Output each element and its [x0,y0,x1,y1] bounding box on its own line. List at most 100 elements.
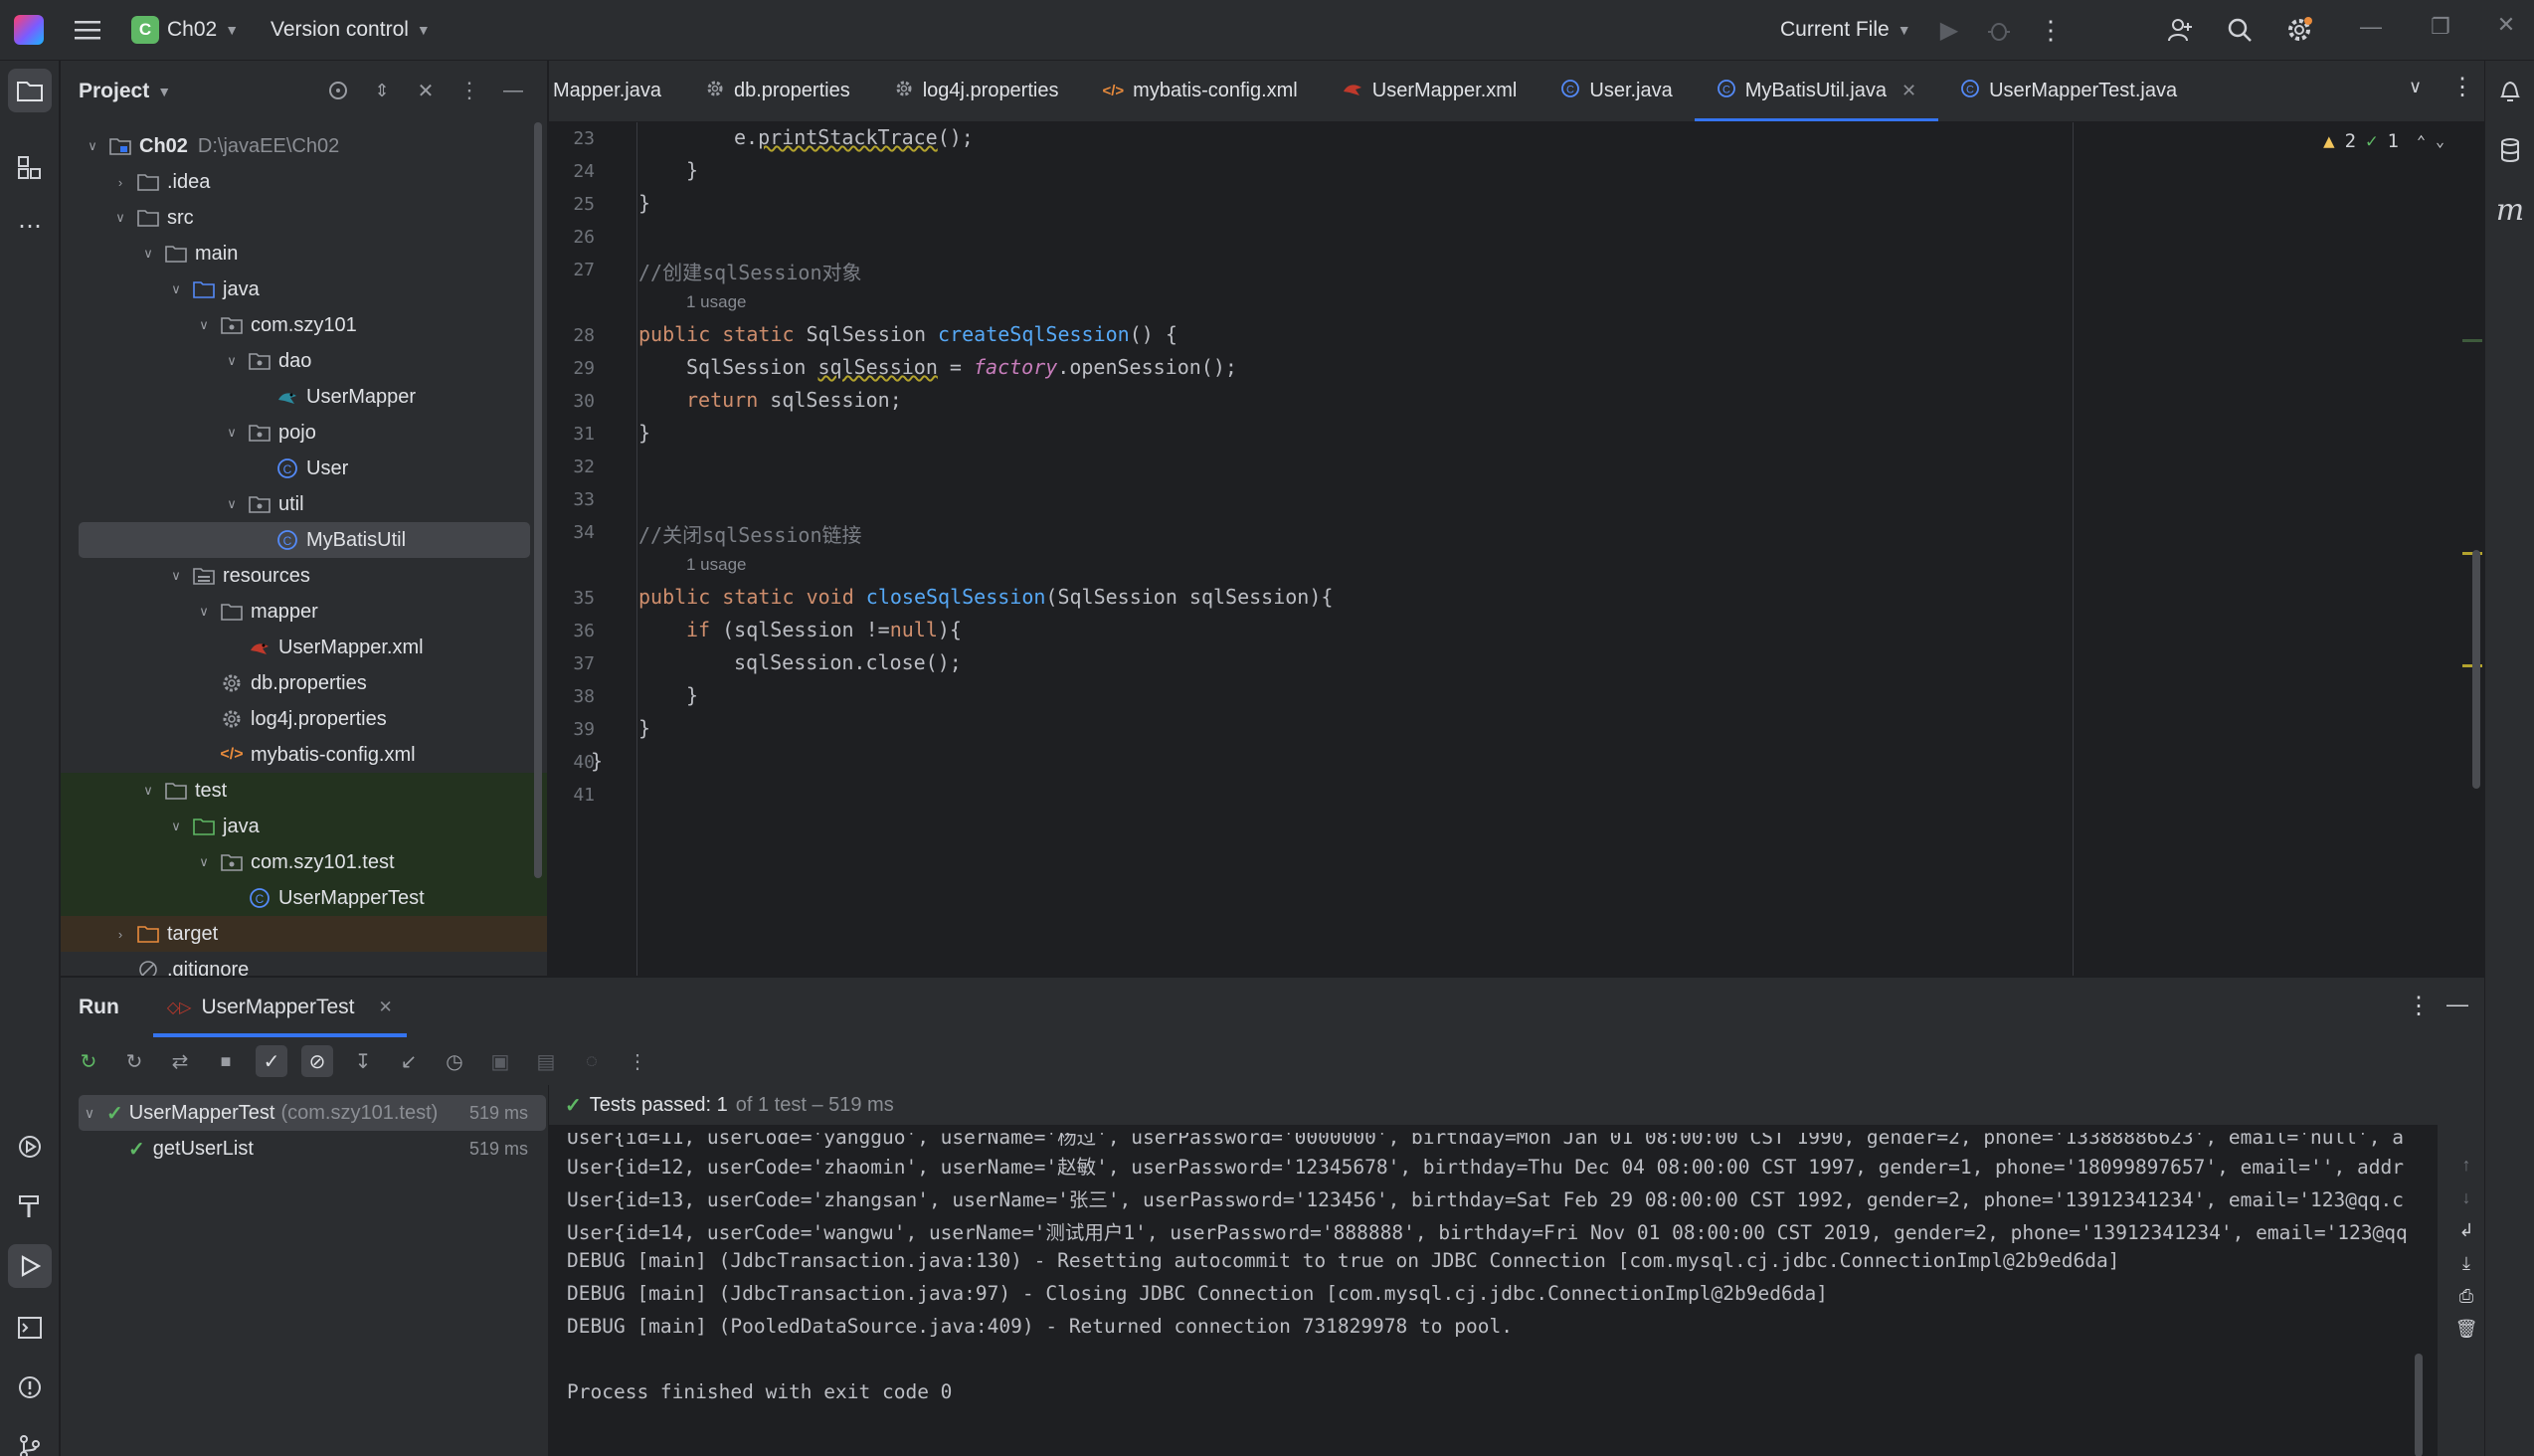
maven-icon[interactable]: m [2488,188,2532,232]
tree-item-gitignore[interactable]: .gitignore [61,952,547,976]
code-editor[interactable]: ▲ 2 ✓ 1 ⌃ ⌄ 23 24 25 26 27 28 29 30 31 3… [549,122,2484,976]
tree-item-usermapper[interactable]: UserMapper [61,379,547,415]
tree-item-test-package[interactable]: ∨ com.szy101.test [61,844,547,880]
tree-item-pojo[interactable]: ∨ pojo [61,415,547,451]
collapse-all-icon[interactable]: ✕ [410,75,442,106]
tree-item-usermappertest[interactable]: C UserMapperTest [61,880,547,916]
tree-item-package[interactable]: ∨ com.szy101 [61,307,547,343]
chevron-down-icon[interactable]: ∨ [194,317,214,333]
notifications-bell-icon[interactable] [2488,69,2532,112]
git-branch-icon[interactable] [8,1425,52,1456]
run-options-icon[interactable]: ⋮ [2407,992,2431,1020]
tree-item-mybatis-config[interactable]: </> mybatis-config.xml [61,737,547,773]
run-tab-usermappertest[interactable]: ◇▷ UserMapperTest ✕ [152,978,407,1037]
tree-item-mybatisutil[interactable]: C MyBatisUtil [79,522,530,558]
tab-mybatisutil-java[interactable]: C MyBatisUtil.java ✕ [1694,61,1939,121]
show-ignored-icon[interactable]: ⊘ [301,1045,333,1077]
chevron-down-icon[interactable]: ∨ [138,783,158,799]
run-icon[interactable]: ▶ [1927,8,1971,52]
chevron-up-icon[interactable]: ⌃ [2417,132,2426,150]
chevron-down-icon[interactable]: ⌄ [2436,132,2444,150]
rerun-icon[interactable]: ↻ [73,1045,104,1077]
chevron-down-icon[interactable]: ∨ [166,819,186,834]
tree-item-mapper[interactable]: ∨ mapper [61,594,547,630]
chevron-down-icon[interactable]: ∨ [79,1105,100,1122]
import-tests-icon[interactable]: ▣ [484,1045,516,1077]
close-icon[interactable]: ✕ [2476,12,2534,38]
tree-item-user[interactable]: C User [61,451,547,486]
test-history-icon[interactable]: ◷ [439,1045,470,1077]
chevron-down-icon[interactable]: ∨ [138,246,158,262]
test-suite-row[interactable]: ∨ ✓ UserMapperTest (com.szy101.test) 519… [79,1095,546,1131]
chevron-down-icon[interactable]: ▼ [157,84,171,99]
chevron-down-icon[interactable]: ∨ [83,138,102,154]
minimize-icon[interactable]: — [2341,14,2401,40]
tree-item-test-java[interactable]: ∨ java [61,809,547,844]
app-logo-icon[interactable] [14,15,44,45]
vcs-menu[interactable]: Version control ▼ [271,18,431,42]
scroll-to-end-icon[interactable]: ⤓ [2462,1253,2470,1274]
soft-wrap-icon[interactable]: ↲ [2458,1220,2473,1241]
tree-item-resources[interactable]: ∨ resources [61,558,547,594]
close-tab-icon[interactable]: ✕ [379,998,393,1017]
chevron-down-icon[interactable]: ∨ [222,425,242,441]
rerun-failed-icon[interactable]: ↻ [118,1045,150,1077]
project-scrollbar[interactable] [534,122,542,878]
scroll-up-icon[interactable]: ↑ [2462,1155,2471,1176]
sort-duration-icon[interactable]: ↙ [393,1045,425,1077]
expand-all-icon[interactable]: ⇕ [366,75,398,106]
more-icon[interactable]: ⋮ [622,1045,653,1077]
tab-usermappertest-java[interactable]: C UserMapperTest.java [1938,61,2199,121]
run-config-selector[interactable]: Current File ▼ [1780,18,1911,42]
chevron-down-icon[interactable]: ∨ [166,568,186,584]
project-switcher[interactable]: C Ch02 ▼ [131,16,239,44]
export-results-icon[interactable]: ▤ [530,1045,562,1077]
database-icon[interactable] [2488,128,2532,172]
build-hammer-icon[interactable] [8,1184,52,1228]
tree-item-idea[interactable]: › .idea [61,164,547,200]
tab-user-java[interactable]: C User.java [1538,61,1694,121]
chevron-down-icon[interactable]: ∨ [222,496,242,512]
tree-item-java[interactable]: ∨ java [61,272,547,307]
tree-item-usermapper-xml[interactable]: UserMapper.xml [61,630,547,665]
tree-item-test[interactable]: ∨ test [61,773,547,809]
tab-log4j-properties[interactable]: log4j.properties [872,61,1081,121]
tree-item-main[interactable]: ∨ main [61,236,547,272]
usage-hint[interactable]: 1 usage [686,555,747,575]
search-icon[interactable] [2218,8,2262,52]
hide-panel-icon[interactable]: — [2446,992,2468,1017]
structure-icon[interactable] [8,146,52,190]
add-user-icon[interactable] [2158,8,2202,52]
toggle-auto-test-icon[interactable]: ⇄ [164,1045,196,1077]
editor-scrollbar[interactable] [2472,550,2480,789]
terminal-icon[interactable] [8,1306,52,1350]
run-tool-icon[interactable] [8,1244,52,1288]
chevron-down-icon[interactable]: ∨ [194,604,214,620]
more-tools-icon[interactable]: ⋯ [8,204,52,248]
tree-item-util[interactable]: ∨ util [61,486,547,522]
hide-panel-icon[interactable]: — [497,75,529,106]
coverage-icon[interactable]: ◌ [576,1045,608,1077]
locate-icon[interactable] [322,75,354,106]
debug-icon[interactable] [1977,8,2021,52]
project-panel-title[interactable]: Project [79,80,149,103]
print-icon[interactable]: ⎙ [2459,1286,2473,1307]
sort-alpha-icon[interactable]: ↧ [347,1045,379,1077]
tab-options-icon[interactable]: ⋮ [2450,73,2474,101]
tab-db-properties[interactable]: db.properties [683,61,872,121]
console-output[interactable]: ✓ Tests passed: 1 of 1 test – 519 ms Use… [548,1085,2438,1456]
tree-item-dao[interactable]: ∨ dao [61,343,547,379]
tree-item-db-properties[interactable]: db.properties [61,665,547,701]
tree-item-target[interactable]: › target [61,916,547,952]
stop-icon[interactable]: ■ [210,1045,242,1077]
tree-item-log4j-properties[interactable]: log4j.properties [61,701,547,737]
project-folder-icon[interactable] [8,69,52,112]
tab-usermapper-java[interactable]: Mapper.java [549,61,683,121]
chevron-down-icon[interactable]: ∨ [110,210,130,226]
show-passed-icon[interactable]: ✓ [256,1045,287,1077]
scroll-down-icon[interactable]: ↓ [2462,1187,2471,1208]
tab-mybatis-config[interactable]: </> mybatis-config.xml [1080,61,1319,121]
main-menu-icon[interactable] [66,8,109,52]
inspection-widget[interactable]: ▲ 2 ✓ 1 ⌃ ⌄ [2323,130,2444,152]
console-scrollbar[interactable] [2415,1354,2423,1456]
